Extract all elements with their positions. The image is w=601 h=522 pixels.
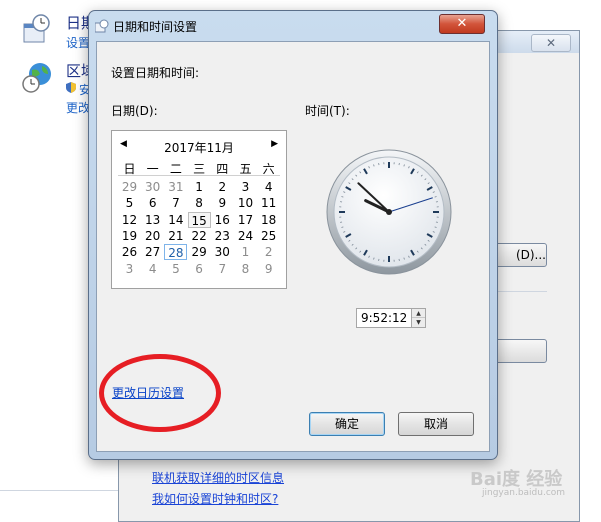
calendar-day[interactable]: 30 bbox=[211, 244, 234, 260]
next-month-icon[interactable]: ▶ bbox=[271, 139, 278, 149]
calendar-day[interactable]: 5 bbox=[164, 261, 187, 277]
calendar-day[interactable]: 2 bbox=[257, 244, 280, 260]
calendar-day[interactable]: 7 bbox=[164, 195, 187, 211]
calendar-day[interactable]: 12 bbox=[118, 212, 141, 228]
analog-clock bbox=[326, 149, 452, 275]
calendar-day[interactable]: 6 bbox=[141, 195, 164, 211]
calendar-day[interactable]: 28 bbox=[164, 244, 187, 260]
shield-icon bbox=[66, 82, 76, 93]
timezone-info-link[interactable]: 联机获取详细的时区信息 bbox=[152, 469, 284, 486]
calendar-day[interactable]: 8 bbox=[188, 195, 211, 211]
calendar-day[interactable]: 3 bbox=[234, 179, 257, 195]
calendar[interactable]: ◀ 2017年11月 ▶ 日一二三四五六29303112345678910111… bbox=[111, 130, 287, 289]
time-label: 时间(T): bbox=[305, 102, 350, 119]
calendar-weekday-separator bbox=[118, 175, 280, 176]
calendar-day[interactable]: 23 bbox=[211, 228, 234, 244]
calendar-day[interactable]: 31 bbox=[164, 179, 187, 195]
calendar-header: ◀ 2017年11月 ▶ bbox=[112, 139, 286, 155]
date-time-settings-dialog: 日期和时间设置 ✕ 设置日期和时间: 日期(D): 时间(T): ◀ 2017年… bbox=[88, 10, 498, 460]
calendar-day[interactable]: 1 bbox=[188, 179, 211, 195]
calendar-month-label[interactable]: 2017年11月 bbox=[112, 139, 286, 156]
calendar-day[interactable]: 10 bbox=[234, 195, 257, 211]
calendar-row: 262728293012 bbox=[118, 244, 280, 260]
calendar-day[interactable]: 26 bbox=[118, 244, 141, 260]
calendar-day[interactable]: 18 bbox=[257, 212, 280, 228]
calendar-row: 567891011 bbox=[118, 195, 280, 211]
divider bbox=[0, 490, 130, 491]
time-input[interactable]: 9:52:12 ▲ ▼ bbox=[356, 308, 426, 328]
calendar-day[interactable]: 19 bbox=[118, 228, 141, 244]
dialog-body: 设置日期和时间: 日期(D): 时间(T): ◀ 2017年11月 ▶ 日一二三… bbox=[96, 41, 490, 452]
calendar-day[interactable]: 15 bbox=[188, 212, 211, 228]
calendar-day[interactable]: 24 bbox=[234, 228, 257, 244]
calendar-day[interactable]: 20 bbox=[141, 228, 164, 244]
divider bbox=[495, 291, 547, 292]
calendar-day[interactable]: 22 bbox=[188, 228, 211, 244]
calendar-day[interactable]: 27 bbox=[141, 244, 164, 260]
calendar-day[interactable]: 16 bbox=[211, 212, 234, 228]
calendar-day[interactable]: 3 bbox=[118, 261, 141, 277]
calendar-day[interactable]: 9 bbox=[211, 195, 234, 211]
calendar-day[interactable]: 4 bbox=[141, 261, 164, 277]
calendar-row: 2930311234 bbox=[118, 179, 280, 195]
watermark-url: jingyan.baidu.com bbox=[482, 488, 565, 498]
calendar-row: 3456789 bbox=[118, 261, 280, 277]
calendar-day[interactable]: 29 bbox=[118, 179, 141, 195]
calendar-day[interactable]: 6 bbox=[188, 261, 211, 277]
calendar-day[interactable]: 11 bbox=[257, 195, 280, 211]
heading-label: 设置日期和时间: bbox=[111, 64, 199, 81]
calendar-row: 12131415161718 bbox=[118, 212, 280, 228]
calendar-day[interactable]: 5 bbox=[118, 195, 141, 211]
calendar-day[interactable]: 14 bbox=[164, 212, 187, 228]
red-highlight-circle bbox=[99, 354, 221, 432]
spin-down-icon[interactable]: ▼ bbox=[412, 318, 425, 327]
calendar-day[interactable]: 8 bbox=[234, 261, 257, 277]
calendar-day[interactable]: 7 bbox=[211, 261, 234, 277]
ok-button[interactable]: 确定 bbox=[309, 412, 385, 436]
calendar-row: 19202122232425 bbox=[118, 228, 280, 244]
calendar-day[interactable]: 21 bbox=[164, 228, 187, 244]
calendar-day[interactable]: 2 bbox=[211, 179, 234, 195]
calendar-day[interactable]: 9 bbox=[257, 261, 280, 277]
time-spinner[interactable]: ▲ ▼ bbox=[411, 309, 425, 327]
clock-calendar-icon bbox=[95, 19, 109, 33]
dialog-close-button[interactable]: ✕ bbox=[439, 14, 485, 34]
time-value[interactable]: 9:52:12 bbox=[361, 311, 407, 325]
timezone-help-link[interactable]: 我如何设置时钟和时区? bbox=[152, 490, 278, 507]
calendar-day[interactable]: 30 bbox=[141, 179, 164, 195]
calendar-day[interactable]: 1 bbox=[234, 244, 257, 260]
background-window-close-button[interactable]: ✕ bbox=[531, 34, 571, 52]
calendar-day[interactable]: 25 bbox=[257, 228, 280, 244]
clock-calendar-icon bbox=[22, 14, 52, 44]
calendar-day[interactable]: 29 bbox=[188, 244, 211, 260]
cancel-button[interactable]: 取消 bbox=[398, 412, 474, 436]
datetime-section-link[interactable]: 设置 bbox=[66, 34, 90, 51]
calendar-day[interactable]: 13 bbox=[141, 212, 164, 228]
dialog-title: 日期和时间设置 bbox=[113, 18, 197, 35]
globe-clock-icon bbox=[22, 62, 52, 92]
region-section-link-2[interactable]: 更改 bbox=[66, 99, 90, 116]
calendar-day[interactable]: 4 bbox=[257, 179, 280, 195]
spin-up-icon[interactable]: ▲ bbox=[412, 309, 425, 318]
calendar-day[interactable]: 17 bbox=[234, 212, 257, 228]
date-label: 日期(D): bbox=[111, 102, 158, 119]
